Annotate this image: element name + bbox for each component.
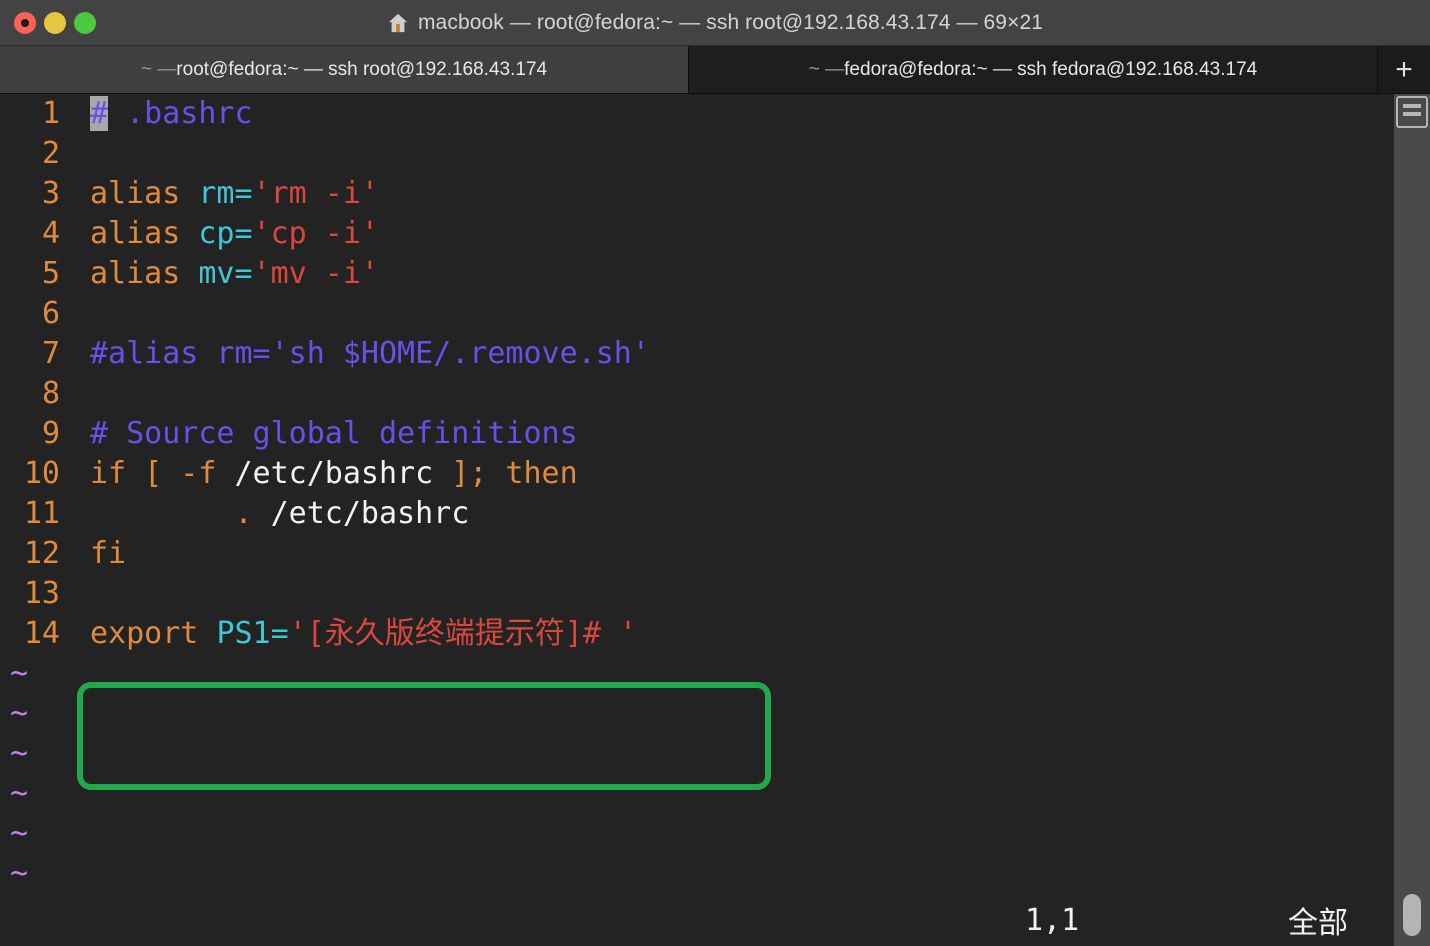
empty-line-marker: ~	[0, 694, 1394, 734]
line-number: 9	[41, 416, 60, 451]
code-token: .	[90, 496, 271, 531]
tilde-icon: ~	[10, 696, 29, 731]
terminal-window: macbook — root@fedora:~ — ssh root@192.1…	[0, 0, 1430, 946]
house-icon	[388, 13, 408, 32]
line-number: 14	[23, 616, 60, 651]
tab-root-fedora[interactable]: ~ — root@fedora:~ — ssh root@192.168.43.…	[0, 46, 689, 93]
vim-status-bar: 1,1 全部	[0, 894, 1394, 946]
code-line: 14 export PS1='[永久版终端提示符]# '	[0, 614, 1394, 654]
line-number: 13	[23, 576, 60, 611]
code-token: PS1=	[216, 616, 289, 651]
code-token: alias	[90, 216, 199, 251]
scroll-indicator: 全部	[1288, 906, 1348, 941]
code-line: 3 alias rm='rm -i'	[0, 174, 1394, 214]
tilde-icon: ~	[10, 776, 29, 811]
code-line: 6	[0, 294, 1394, 334]
line-number: 11	[23, 496, 60, 531]
tab-label: root@fedora:~ — ssh root@192.168.43.174	[176, 58, 548, 80]
code-line: 1 # .bashrc	[0, 94, 1394, 134]
window-title-group: macbook — root@fedora:~ — ssh root@192.1…	[0, 11, 1430, 35]
split-pane-icon[interactable]	[1396, 96, 1428, 128]
code-line: 8	[0, 374, 1394, 414]
code-token: 'rm -i'	[252, 176, 379, 211]
code-line: 12 fi	[0, 534, 1394, 574]
tilde-icon: ~	[10, 736, 29, 771]
code-line: 10 if [ -f /etc/bashrc ]; then	[0, 454, 1394, 494]
code-line: 7 #alias rm='sh $HOME/.remove.sh'	[0, 334, 1394, 374]
new-tab-button[interactable]: +	[1378, 46, 1430, 93]
line-number: 5	[41, 256, 60, 291]
line-number: 1	[41, 96, 60, 131]
code-token: '[永久版终端提示符]# '	[288, 616, 638, 651]
code-line: 13	[0, 574, 1394, 614]
tab-fedora-fedora[interactable]: ~ — fedora@fedora:~ — ssh fedora@192.168…	[689, 46, 1378, 93]
tab-bar: ~ — root@fedora:~ — ssh root@192.168.43.…	[0, 46, 1430, 94]
code-line: 9 # Source global definitions	[0, 414, 1394, 454]
line-text: fi	[60, 534, 126, 574]
line-text: if [ -f /etc/bashrc ]; then	[60, 454, 578, 494]
code-token: 'cp -i'	[252, 216, 379, 251]
scrollbar-gutter[interactable]	[1394, 94, 1430, 946]
code-line: 11 . /etc/bashrc	[0, 494, 1394, 534]
empty-line-marker: ~	[0, 734, 1394, 774]
zoom-button[interactable]	[74, 12, 96, 34]
tilde-icon: ~	[10, 816, 29, 851]
tab-label: fedora@fedora:~ — ssh fedora@192.168.43.…	[844, 58, 1258, 80]
code-token: mv=	[198, 256, 253, 291]
code-line: 2	[0, 134, 1394, 174]
code-token: cp=	[198, 216, 253, 251]
line-text: . /etc/bashrc	[60, 494, 469, 534]
scrollbar-thumb[interactable]	[1403, 894, 1421, 936]
empty-line-markers: ~ ~ ~ ~ ~ ~	[0, 654, 1394, 894]
code-token: .bashrc	[108, 96, 253, 131]
code-area[interactable]: 1 # .bashrc 2 3 alias rm='rm -i' 4 alias cp='c…	[0, 94, 1394, 654]
code-token: #alias rm='sh $HOME/.remove.sh'	[90, 336, 650, 371]
tilde-icon: ~	[10, 856, 29, 891]
line-text: #alias rm='sh $HOME/.remove.sh'	[60, 334, 650, 374]
terminal-body: 1 # .bashrc 2 3 alias rm='rm -i' 4 alias cp='c…	[0, 94, 1430, 946]
code-token: alias	[90, 256, 199, 291]
code-line: 5 alias mv='mv -i'	[0, 254, 1394, 294]
window-title: macbook — root@fedora:~ — ssh root@192.1…	[417, 10, 1044, 34]
tab-prefix: ~ —	[140, 58, 177, 80]
code-token: /etc/bashrc	[234, 456, 434, 491]
text-cursor: #	[90, 96, 109, 131]
code-token: rm=	[198, 176, 253, 211]
code-token: # Source global definitions	[90, 416, 578, 451]
close-button[interactable]	[14, 12, 36, 34]
code-token: export	[90, 616, 217, 651]
empty-line-marker: ~	[0, 774, 1394, 814]
tilde-icon: ~	[10, 656, 29, 691]
line-number: 10	[23, 456, 60, 491]
cursor-position: 1,1	[1025, 902, 1080, 938]
empty-line-marker: ~	[0, 814, 1394, 854]
code-token: if [ -f	[90, 456, 235, 491]
line-text: # Source global definitions	[60, 414, 578, 454]
code-line: 4 alias cp='cp -i'	[0, 214, 1394, 254]
line-number: 3	[41, 176, 60, 211]
vim-editor[interactable]: 1 # .bashrc 2 3 alias rm='rm -i' 4 alias cp='c…	[0, 94, 1394, 946]
line-number: 8	[41, 376, 60, 411]
line-text: alias mv='mv -i'	[60, 254, 379, 294]
line-number: 7	[41, 336, 60, 371]
minimize-button[interactable]	[44, 12, 66, 34]
line-text: alias rm='rm -i'	[60, 174, 379, 214]
title-bar: macbook — root@fedora:~ — ssh root@192.1…	[0, 0, 1430, 46]
tab-prefix: ~ —	[808, 58, 845, 80]
code-token: 'mv -i'	[252, 256, 379, 291]
line-text: # .bashrc	[60, 94, 253, 134]
line-number: 12	[23, 536, 60, 571]
line-number: 2	[41, 136, 60, 171]
code-token: /etc/bashrc	[270, 496, 470, 531]
line-number: 6	[41, 296, 60, 331]
line-number: 4	[41, 216, 60, 251]
code-token: ]; then	[433, 456, 578, 491]
empty-line-marker: ~	[0, 654, 1394, 694]
line-text: export PS1='[永久版终端提示符]# '	[60, 614, 637, 654]
code-token: fi	[90, 536, 127, 571]
code-token: alias	[90, 176, 199, 211]
line-text: alias cp='cp -i'	[60, 214, 379, 254]
empty-line-marker: ~	[0, 854, 1394, 894]
window-controls	[14, 0, 96, 46]
